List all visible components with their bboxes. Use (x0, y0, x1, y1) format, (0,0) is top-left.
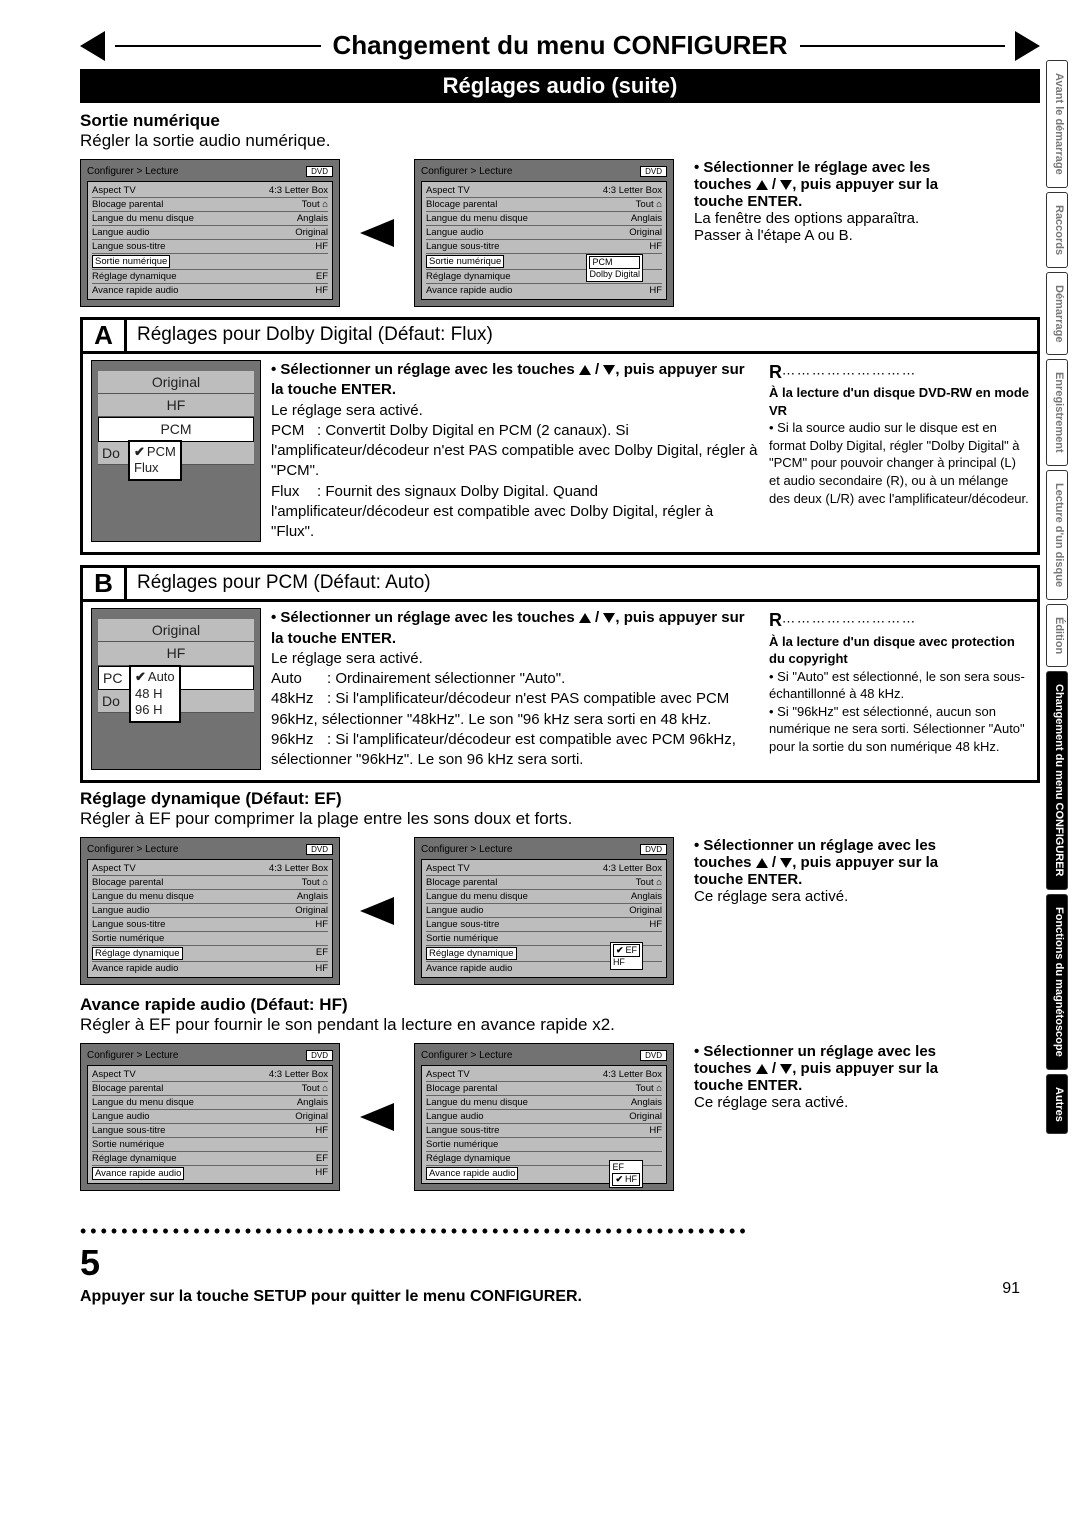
page-title: Changement du menu CONFIGURER (321, 30, 800, 61)
block-b-mini-panel: Original HF PC Auto 48 H 96 H Do (91, 608, 261, 770)
tab-raccords[interactable]: Raccords (1046, 192, 1068, 268)
tab-avant[interactable]: Avant le démarrage (1046, 60, 1068, 188)
up-icon (756, 180, 768, 190)
block-a-note: R⋯⋯⋯⋯⋯⋯⋯⋯⋯ À la lecture d'un disque DVD-… (769, 360, 1029, 542)
arrow-left-icon (80, 31, 105, 61)
osd-panel-ff-left: Configurer > LectureDVD Aspect TV4:3 Let… (80, 1043, 340, 1191)
block-b-letter: B (83, 568, 127, 599)
block-a-letter: A (83, 320, 127, 351)
block-b: B Réglages pour PCM (Défaut: Auto) Origi… (80, 565, 1040, 783)
side-tabs: Avant le démarrage Raccords Démarrage En… (1046, 60, 1068, 1134)
osd-panel-left: Configurer > Lecture DVD Aspect TV4:3 Le… (80, 159, 340, 307)
tab-lecture[interactable]: Lecture d'un disque (1046, 470, 1068, 600)
digital-out-popup: PCM Dolby Digital (586, 254, 643, 282)
arrow-right-icon (1015, 31, 1040, 61)
block-b-note: R⋯⋯⋯⋯⋯⋯⋯⋯⋯ À la lecture d'un disque avec… (769, 608, 1029, 770)
block-a-description: • Sélectionner un réglage avec les touch… (271, 360, 759, 542)
block-b-description: • Sélectionner un réglage avec les touch… (271, 608, 759, 770)
section-dynamic-desc: Régler à EF pour comprimer la plage entr… (80, 809, 1040, 829)
instruction-col: • Sélectionner le réglage avec les touch… (694, 159, 984, 244)
section-digital-out-desc: Régler la sortie audio numérique. (80, 131, 1040, 151)
block-a-popup: PCM Flux (128, 440, 182, 482)
arrow-left-big-icon (360, 219, 394, 247)
down-icon (780, 180, 792, 190)
osd-panel-right: Configurer > Lecture DVD Aspect TV4:3 Le… (414, 159, 674, 307)
section-digital-out-label: Sortie numérique (80, 111, 1040, 131)
header-rule: Changement du menu CONFIGURER (80, 30, 1040, 61)
block-a-mini-panel: Original HF PCM Do PCM Flux (91, 360, 261, 542)
step-text: Appuyer sur la touche SETUP pour quitter… (80, 1288, 1040, 1306)
tab-enregistrement[interactable]: Enregistrement (1046, 359, 1068, 466)
block-a: A Réglages pour Dolby Digital (Défaut: F… (80, 317, 1040, 555)
dvd-badge: DVD (306, 166, 333, 177)
tab-configurer[interactable]: Changement du menu CONFIGURER (1046, 671, 1068, 890)
block-a-title: Réglages pour Dolby Digital (Défaut: Flu… (127, 320, 1037, 351)
dynamic-popup: EF HF (610, 942, 643, 970)
section-dynamic-label: Réglage dynamique (Défaut: EF) (80, 789, 1040, 809)
arrow-left-big-icon (360, 1103, 394, 1131)
step-number: 5 (80, 1242, 1040, 1284)
osd-panel-dyn-right: Configurer > LectureDVD Aspect TV4:3 Let… (414, 837, 674, 985)
osd-panel-dyn-left: Configurer > LectureDVD Aspect TV4:3 Let… (80, 837, 340, 985)
block-b-title: Réglages pour PCM (Défaut: Auto) (127, 568, 1037, 599)
osd-panel-ff-right: Configurer > LectureDVD Aspect TV4:3 Let… (414, 1043, 674, 1191)
step-dots: ••••••••••••••••••••••••••••••••••••••••… (80, 1221, 1040, 1242)
tab-autres[interactable]: Autres (1046, 1074, 1068, 1135)
section-ffwd-desc: Régler à EF pour fournir le son pendant … (80, 1015, 1040, 1035)
tab-edition[interactable]: Édition (1046, 604, 1068, 667)
page-number: 91 (1002, 1280, 1020, 1298)
tab-demarrage[interactable]: Démarrage (1046, 272, 1068, 355)
page-subtitle: Réglages audio (suite) (80, 69, 1040, 103)
section-ffwd-label: Avance rapide audio (Défaut: HF) (80, 995, 1040, 1015)
ffwd-popup: EF HF (609, 1160, 643, 1188)
arrow-left-big-icon (360, 897, 394, 925)
tab-fonctions[interactable]: Fonctions du magnétoscope (1046, 894, 1068, 1070)
breadcrumb: Configurer > Lecture (87, 166, 178, 177)
block-b-popup: Auto 48 H 96 H (129, 665, 181, 724)
